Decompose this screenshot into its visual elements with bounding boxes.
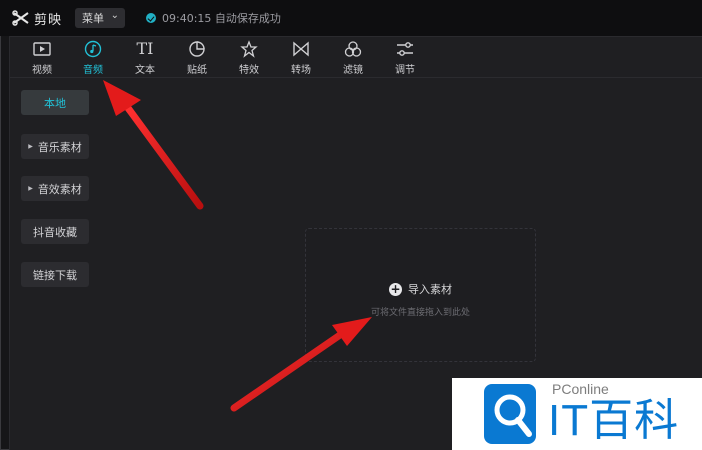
sidebar-item-douyin-favorites[interactable]: 抖音收藏 <box>21 219 89 244</box>
app-name: 剪映 <box>34 12 63 28</box>
tab-transition-label: 转场 <box>291 65 311 76</box>
tab-filter[interactable]: 滤镜 <box>328 37 378 77</box>
tab-audio[interactable]: 音频 <box>68 37 118 77</box>
plus-icon: + <box>389 281 402 296</box>
tab-sticker[interactable]: 贴纸 <box>172 37 222 77</box>
pconline-logo-icon <box>484 384 536 444</box>
watermark-small-text: PConline <box>552 381 609 397</box>
tab-text-label: 文本 <box>135 65 155 76</box>
tab-video[interactable]: 视频 <box>17 37 67 77</box>
tab-effects[interactable]: 特效 <box>224 37 274 77</box>
watermark-big-text: IT百科 <box>548 396 680 445</box>
caret-right-icon: ▶ <box>28 185 33 192</box>
drop-hint: 可将文件直接拖入到此处 <box>370 308 470 318</box>
sticker-icon <box>189 41 205 57</box>
tab-transition[interactable]: 转场 <box>276 37 326 77</box>
capcut-logo-icon <box>12 10 30 26</box>
import-button[interactable]: + 导入素材 <box>306 281 535 297</box>
import-dropzone[interactable]: + 导入素材 可将文件直接拖入到此处 <box>305 228 536 362</box>
sidebar-item-label: 本地 <box>44 96 66 110</box>
caret-right-icon: ▶ <box>28 143 33 150</box>
transition-icon <box>293 41 309 57</box>
tab-audio-label: 音频 <box>83 65 103 76</box>
tab-adjust[interactable]: 调节 <box>380 37 430 77</box>
category-toolbar: 视频 音频 TI 文本 贴纸 特效 转场 滤镜 调节 <box>10 37 702 78</box>
sidebar-item-sound-effects[interactable]: ▶ 音效素材 <box>21 176 89 201</box>
check-circle-icon <box>146 13 156 23</box>
effects-icon <box>240 40 258 58</box>
app-brand: 剪映 <box>12 9 63 28</box>
menu-button-label: 菜单 <box>82 12 104 25</box>
audio-icon <box>84 40 102 58</box>
sidebar-item-link-download[interactable]: 链接下载 <box>21 262 89 287</box>
text-icon: TI <box>136 39 154 58</box>
sidebar-item-label: 音效素材 <box>37 182 82 196</box>
sidebar-item-label: 音乐素材 <box>37 140 82 154</box>
tab-adjust-label: 调节 <box>395 65 415 76</box>
tab-text[interactable]: TI 文本 <box>120 37 170 77</box>
sidebar-item-local[interactable]: 本地 <box>21 90 89 115</box>
video-icon <box>33 42 51 56</box>
tab-filter-label: 滤镜 <box>343 65 363 76</box>
menu-button[interactable]: 菜单 ⌄ <box>75 8 125 28</box>
watermark: PConline IT百科 <box>452 378 702 450</box>
sidebar-item-label: 抖音收藏 <box>33 225 77 239</box>
import-label: 导入素材 <box>408 283 452 296</box>
save-status-text: 09:40:15 自动保存成功 <box>162 12 281 25</box>
adjust-icon <box>397 42 413 56</box>
sidebar-item-music[interactable]: ▶ 音乐素材 <box>21 134 89 159</box>
chevron-down-icon: ⌄ <box>110 10 119 21</box>
tab-sticker-label: 贴纸 <box>187 65 207 76</box>
title-bar: 剪映 菜单 ⌄ 09:40:15 自动保存成功 <box>0 0 702 36</box>
sidebar-item-label: 链接下载 <box>33 268 77 282</box>
filter-icon <box>344 41 362 57</box>
tab-effects-label: 特效 <box>239 65 259 76</box>
tab-video-label: 视频 <box>32 65 52 76</box>
save-status: 09:40:15 自动保存成功 <box>146 10 281 26</box>
